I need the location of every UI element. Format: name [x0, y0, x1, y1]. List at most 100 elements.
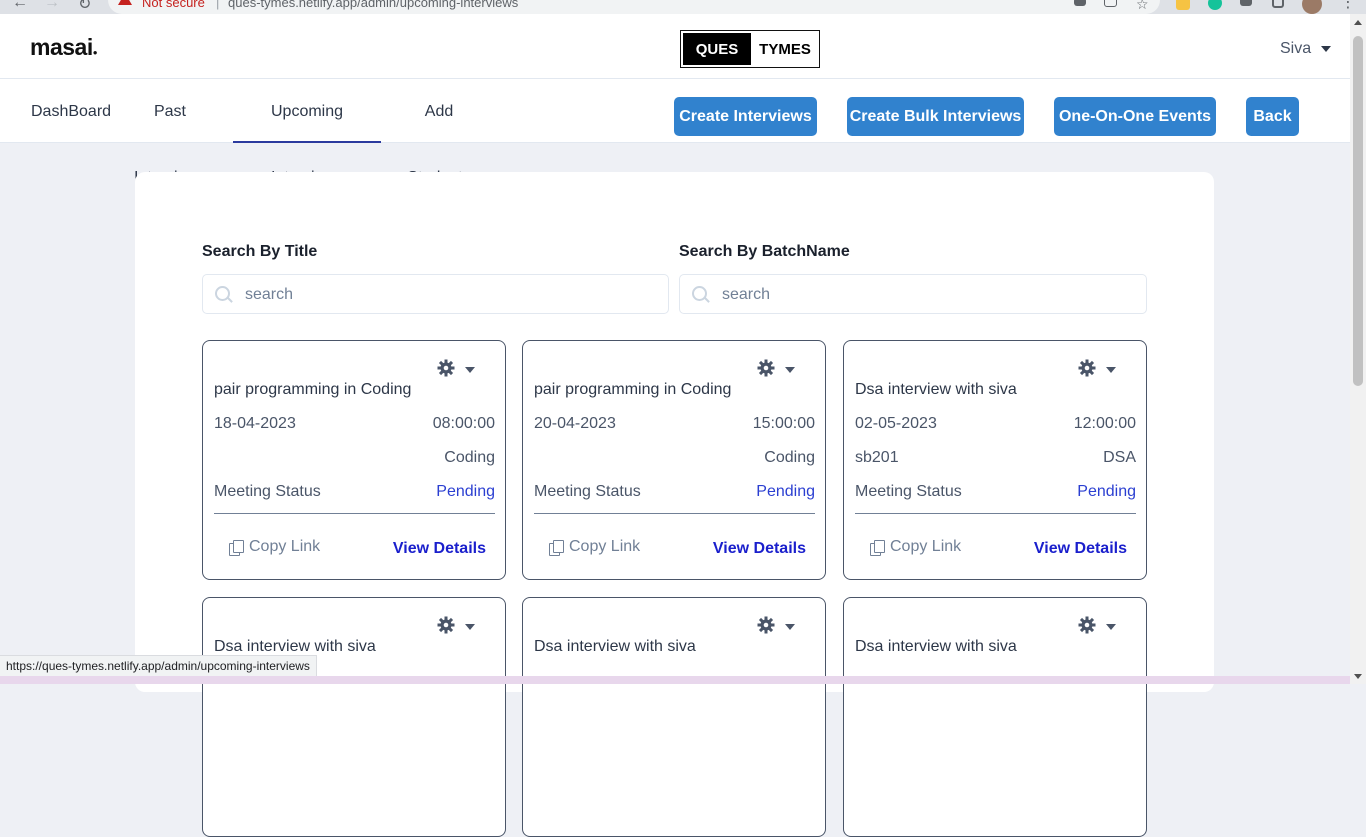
gear-icon[interactable]: [1078, 616, 1096, 634]
chevron-down-icon[interactable]: [785, 624, 795, 630]
sidepanel-icon[interactable]: [1272, 0, 1284, 8]
tab-upcoming-interviews[interactable]: Upcoming Interviews: [233, 79, 381, 186]
interview-card: Dsa interview with siva: [202, 597, 506, 837]
back-arrow-icon[interactable]: ←: [12, 0, 28, 12]
user-name: Siva: [1280, 40, 1312, 57]
gear-icon[interactable]: [757, 359, 775, 377]
page-scrollbar[interactable]: [1350, 14, 1366, 684]
os-taskbar: [0, 676, 1350, 684]
questymes-logo: QUES TYMES: [680, 30, 820, 68]
scroll-down-icon[interactable]: [1354, 674, 1362, 679]
back-button[interactable]: Back: [1246, 97, 1299, 136]
tab-add-students[interactable]: Add Students: [392, 79, 486, 186]
card-status-row: Meeting Status Pending: [534, 483, 815, 501]
browser-toolbar: ← → ↻ Not secure | ques-tymes.netlify.ap…: [0, 0, 1366, 14]
card-category: Coding: [444, 449, 495, 466]
more-menu-icon[interactable]: ⋮: [1340, 0, 1356, 12]
link-status-bar: https://ques-tymes.netlify.app/admin/upc…: [0, 655, 317, 678]
brand-ques-text: QUES: [683, 33, 751, 65]
forward-arrow-icon[interactable]: →: [44, 0, 60, 12]
chevron-down-icon[interactable]: [1106, 624, 1116, 630]
card-status-label: Meeting Status: [214, 483, 321, 500]
interview-card: Dsa interview with siva: [522, 597, 826, 837]
gear-icon[interactable]: [1078, 359, 1096, 377]
card-date: 18-04-2023: [214, 415, 296, 432]
card-divider: [534, 513, 815, 514]
copy-link-label: Copy Link: [249, 538, 321, 555]
app-header: masai● QUES TYMES Siva: [0, 14, 1350, 79]
gear-icon[interactable]: [437, 359, 455, 377]
puzzle-icon[interactable]: [1240, 0, 1252, 6]
view-details-link[interactable]: View Details: [713, 540, 806, 558]
card-status-label: Meeting Status: [855, 483, 962, 500]
security-indicator[interactable]: Not secure: [142, 0, 205, 10]
copy-icon: [870, 539, 885, 556]
tab-dashboard[interactable]: DashBoard: [31, 79, 111, 142]
card-title: pair programming in Coding: [214, 381, 412, 398]
card-divider: [214, 513, 495, 514]
card-datetime-row: 18-04-2023 08:00:00: [214, 415, 495, 433]
grammarly-icon[interactable]: [1208, 0, 1222, 10]
card-category: DSA: [1103, 449, 1136, 466]
warning-icon: [118, 0, 132, 5]
interview-card: Dsa interview with siva 02-05-2023 12:00…: [843, 340, 1147, 580]
card-status-row: Meeting Status Pending: [214, 483, 495, 501]
card-status-value: Pending: [756, 483, 815, 500]
search-title-field[interactable]: [202, 274, 669, 315]
card-status-label: Meeting Status: [534, 483, 641, 500]
masai-logo[interactable]: masai●: [30, 34, 98, 61]
gear-icon[interactable]: [757, 616, 775, 634]
card-time: 08:00:00: [432, 415, 495, 432]
view-details-link[interactable]: View Details: [1034, 540, 1127, 558]
brand-tymes-text: TYMES: [759, 40, 811, 58]
create-interviews-button[interactable]: Create Interviews: [674, 97, 817, 136]
one-on-one-events-button[interactable]: One-On-One Events: [1054, 97, 1216, 136]
card-datetime-row: 02-05-2023 12:00:00: [855, 415, 1136, 433]
interview-card: Dsa interview with siva: [843, 597, 1147, 837]
card-title: Dsa interview with siva: [534, 638, 696, 655]
interview-card: pair programming in Coding 20-04-2023 15…: [522, 340, 826, 580]
search-icon: [215, 286, 230, 301]
user-menu[interactable]: Siva: [1280, 40, 1332, 58]
card-title: Dsa interview with siva: [855, 638, 1017, 655]
view-details-link[interactable]: View Details: [393, 540, 486, 558]
card-batch-row: sb201 DSA: [855, 449, 1136, 467]
search-batch-field[interactable]: [679, 274, 1147, 315]
search-icon: [692, 286, 707, 301]
card-date: 02-05-2023: [855, 415, 937, 432]
chevron-down-icon[interactable]: [1106, 367, 1116, 373]
scrollbar-thumb[interactable]: [1353, 36, 1363, 386]
card-status-value: Pending: [436, 483, 495, 500]
card-category: Coding: [764, 449, 815, 466]
card-status-value: Pending: [1077, 483, 1136, 500]
url-text[interactable]: ques-tymes.netlify.app/admin/upcoming-in…: [228, 0, 518, 10]
copy-icon: [229, 539, 244, 556]
chevron-down-icon[interactable]: [465, 624, 475, 630]
card-title: pair programming in Coding: [534, 381, 732, 398]
interview-card: pair programming in Coding 18-04-2023 08…: [202, 340, 506, 580]
extension-icon[interactable]: [1176, 0, 1190, 10]
chevron-down-icon[interactable]: [785, 367, 795, 373]
create-bulk-interviews-button[interactable]: Create Bulk Interviews: [847, 97, 1024, 136]
key-icon[interactable]: [1074, 0, 1086, 6]
card-date: 20-04-2023: [534, 415, 616, 432]
card-batch-row: Coding: [214, 449, 495, 467]
search-batch-input[interactable]: [720, 275, 1140, 315]
copy-link-label: Copy Link: [890, 538, 962, 555]
card-batch: sb201: [855, 449, 899, 466]
share-icon[interactable]: [1104, 0, 1117, 7]
copy-link-button[interactable]: Copy Link: [549, 538, 640, 556]
search-batch-label: Search By BatchName: [679, 243, 850, 260]
copy-link-button[interactable]: Copy Link: [229, 538, 320, 556]
reload-icon[interactable]: ↻: [78, 0, 91, 14]
gear-icon[interactable]: [437, 616, 455, 634]
scroll-up-icon[interactable]: [1354, 20, 1362, 25]
tab-past-interviews[interactable]: Past Interviews: [118, 79, 222, 186]
card-title: Dsa interview with siva: [855, 381, 1017, 398]
profile-avatar-icon[interactable]: [1302, 0, 1322, 14]
chevron-down-icon[interactable]: [465, 367, 475, 373]
bookmark-star-icon[interactable]: ☆: [1136, 0, 1149, 13]
search-title-input[interactable]: [243, 275, 662, 315]
card-status-row: Meeting Status Pending: [855, 483, 1136, 501]
copy-link-button[interactable]: Copy Link: [870, 538, 961, 556]
